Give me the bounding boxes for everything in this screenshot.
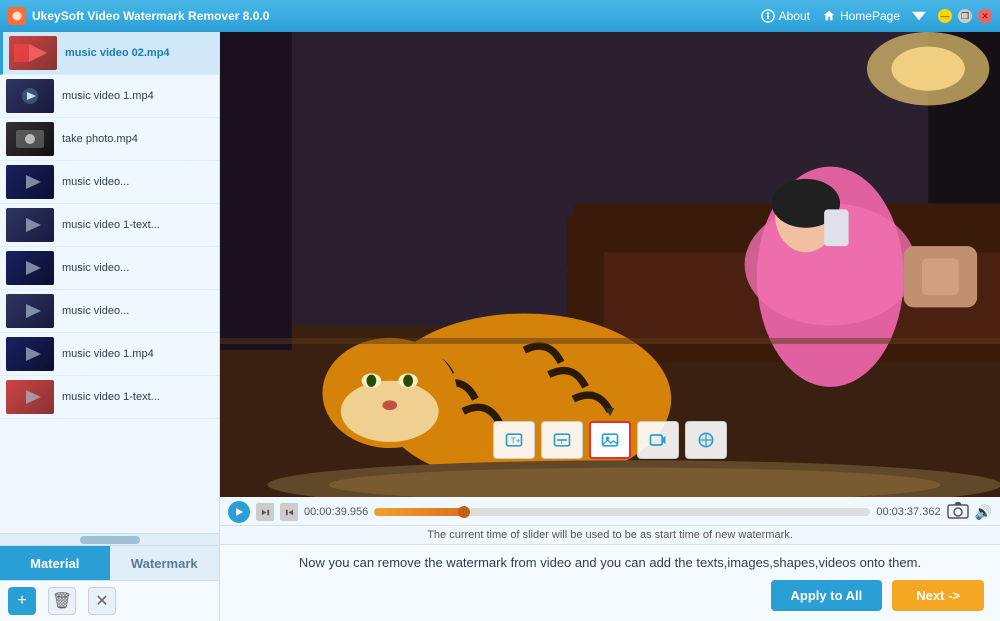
sidebar-actions: + 🗑 ✕	[0, 580, 219, 621]
file-thumbnail	[6, 294, 54, 328]
minimize-button[interactable]: —	[938, 9, 952, 23]
play-button[interactable]	[228, 501, 250, 523]
add-image-icon[interactable]	[589, 421, 631, 459]
bottom-buttons: Apply to All Next ->	[236, 580, 984, 611]
screenshot-button[interactable]	[947, 501, 969, 523]
file-item[interactable]: music video 1-text...	[0, 204, 219, 247]
add-shape-icon[interactable]	[685, 421, 727, 459]
file-thumbnail	[6, 208, 54, 242]
restore-button[interactable]: ❐	[958, 9, 972, 23]
file-item[interactable]: music video 1-text...	[0, 376, 219, 419]
bottom-area: Now you can remove the watermark from vi…	[220, 544, 1000, 621]
file-name: music video...	[62, 261, 129, 275]
file-name: music video 1-text...	[62, 390, 160, 404]
close-button[interactable]: ✕	[978, 9, 992, 23]
file-thumbnail	[9, 36, 57, 70]
add-video-icon[interactable]	[637, 421, 679, 459]
dropdown-btn[interactable]	[912, 9, 926, 23]
tab-material[interactable]: Material	[0, 546, 110, 580]
progress-thumb[interactable]	[458, 506, 470, 518]
app-icon	[8, 7, 26, 25]
info-bar: The current time of slider will be used …	[220, 525, 1000, 544]
volume-button[interactable]: 🔊	[975, 504, 992, 521]
titlebar: UkeySoft Video Watermark Remover 8.0.0 A…	[0, 0, 1000, 32]
add-text-icon[interactable]: T+	[493, 421, 535, 459]
file-item[interactable]: music video 02.mp4	[0, 32, 219, 75]
step-forward-button[interactable]	[256, 503, 274, 521]
svg-text:T+: T+	[511, 435, 521, 445]
title-actions: About HomePage	[761, 9, 926, 23]
about-link[interactable]: About	[761, 9, 810, 23]
total-time: 00:03:37.362	[876, 506, 940, 518]
delete-file-button[interactable]: 🗑	[48, 587, 76, 615]
file-name: music video 1-text...	[62, 218, 160, 232]
file-thumbnail	[6, 251, 54, 285]
file-name: music video...	[62, 304, 129, 318]
main-content: music video 02.mp4 music video 1.mp4 tak…	[0, 32, 1000, 621]
video-toolbar: T+ T ▼	[493, 403, 727, 459]
current-time: 00:00:39.956	[304, 506, 368, 518]
clear-files-button[interactable]: ✕	[88, 587, 116, 615]
progress-fill	[374, 508, 463, 516]
file-thumbnail	[6, 122, 54, 156]
video-area: T+ T ▼	[220, 32, 1000, 621]
file-item[interactable]: music video 1.mp4	[0, 333, 219, 376]
file-item[interactable]: music video...	[0, 247, 219, 290]
tab-watermark[interactable]: Watermark	[110, 546, 220, 580]
next-button[interactable]: Next ->	[892, 580, 984, 611]
add-subtitle-icon[interactable]: T	[541, 421, 583, 459]
scrollbar-thumb[interactable]	[80, 536, 140, 544]
file-name: music video...	[62, 175, 129, 189]
file-item[interactable]: music video...	[0, 290, 219, 333]
sidebar-scrollbar[interactable]	[0, 533, 219, 545]
tab-bar: Material Watermark	[0, 545, 219, 580]
file-thumbnail	[6, 165, 54, 199]
file-item[interactable]: music video...	[0, 161, 219, 204]
add-file-button[interactable]: +	[8, 587, 36, 615]
description-text: Now you can remove the watermark from vi…	[236, 555, 984, 570]
video-frame: T+ T ▼	[220, 32, 1000, 497]
file-name: music video 1.mp4	[62, 347, 154, 361]
window-controls: — ❐ ✕	[938, 9, 992, 23]
file-name: take photo.mp4	[62, 132, 138, 146]
sidebar: music video 02.mp4 music video 1.mp4 tak…	[0, 32, 220, 621]
file-item[interactable]: take photo.mp4	[0, 118, 219, 161]
info-text: The current time of slider will be used …	[427, 529, 793, 541]
file-name: music video 02.mp4	[65, 46, 170, 60]
apply-all-button[interactable]: Apply to All	[771, 580, 883, 611]
file-thumbnail	[6, 79, 54, 113]
file-name: music video 1.mp4	[62, 89, 154, 103]
svg-text:T: T	[560, 439, 564, 446]
file-thumbnail	[6, 337, 54, 371]
app-title: UkeySoft Video Watermark Remover 8.0.0	[32, 9, 761, 23]
step-back-button[interactable]	[280, 503, 298, 521]
homepage-link[interactable]: HomePage	[822, 9, 900, 23]
file-list: music video 02.mp4 music video 1.mp4 tak…	[0, 32, 219, 533]
progress-bar[interactable]	[374, 508, 870, 516]
progress-area: 00:00:39.956 00:03:37.362 🔊	[220, 497, 1000, 525]
file-thumbnail	[6, 380, 54, 414]
file-item[interactable]: music video 1.mp4	[0, 75, 219, 118]
